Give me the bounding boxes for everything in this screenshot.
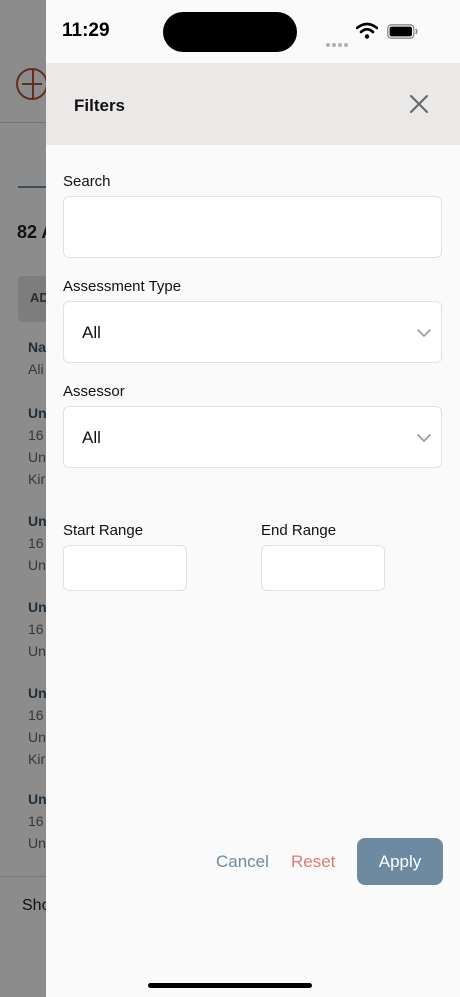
- close-icon[interactable]: [408, 93, 430, 115]
- search-input[interactable]: [63, 196, 442, 258]
- end-range-input[interactable]: [261, 545, 385, 591]
- chevron-down-icon: [417, 434, 431, 442]
- filters-drawer: Filters Search Assessment Type All Asses…: [46, 0, 460, 997]
- start-range-label: Start Range: [63, 522, 144, 539]
- assessment-type-label: Assessment Type: [63, 278, 182, 295]
- status-time: 11:29: [62, 20, 110, 41]
- assessment-type-select[interactable]: All: [63, 301, 442, 363]
- dynamic-island: [163, 12, 297, 52]
- assessor-label: Assessor: [63, 383, 125, 400]
- drawer-header: Filters: [46, 63, 460, 145]
- home-indicator: [148, 983, 312, 988]
- end-range-label: End Range: [261, 522, 337, 539]
- search-label: Search: [63, 173, 111, 190]
- chevron-down-icon: [417, 329, 431, 337]
- apply-button[interactable]: Apply: [357, 838, 443, 885]
- battery-icon: [387, 24, 418, 39]
- reset-button[interactable]: Reset: [291, 852, 335, 872]
- assessment-type-value: All: [82, 323, 101, 342]
- drawer-title: Filters: [74, 96, 126, 115]
- signal-icon: [326, 34, 352, 47]
- start-range-input[interactable]: [63, 545, 187, 591]
- assessor-select[interactable]: All: [63, 406, 442, 468]
- wifi-icon: [356, 22, 378, 39]
- assessor-value: All: [82, 428, 101, 447]
- cancel-button[interactable]: Cancel: [216, 852, 269, 872]
- status-bar: 11:29: [0, 0, 460, 62]
